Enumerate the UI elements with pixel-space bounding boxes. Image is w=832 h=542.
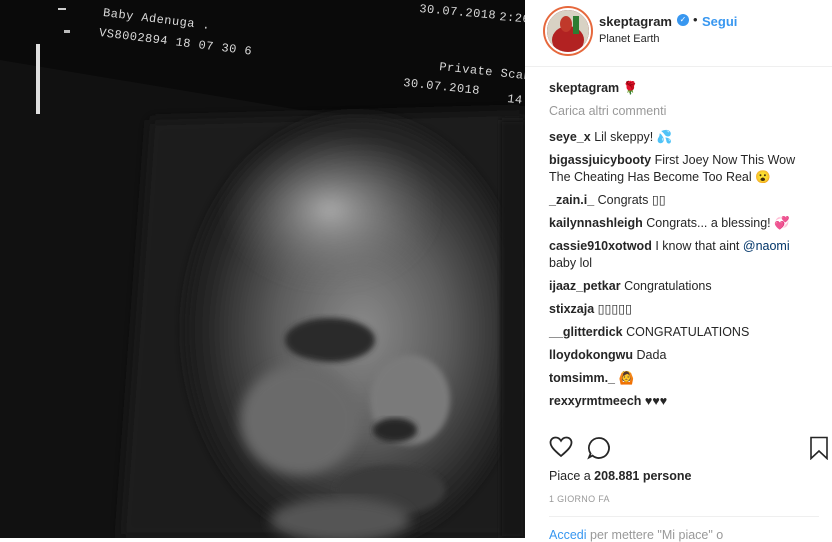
follow-button[interactable]: Segui <box>702 14 737 29</box>
comment-item: kailynnashleigh Congrats... a blessing! … <box>549 215 817 232</box>
verified-badge-icon: ✓ <box>677 14 689 26</box>
load-more-comments-button[interactable]: Carica altri commenti <box>549 103 817 120</box>
comment-text: I know that aint <box>655 239 743 253</box>
avatar-image <box>547 10 589 52</box>
post-actions <box>549 436 831 463</box>
comment-item: _zain.i_ Congrats ▯▯ <box>549 192 817 209</box>
caption-text: 🌹 <box>622 81 639 95</box>
comment-text: ♥♥♥ <box>644 394 668 408</box>
comment-item: stixzaja ▯▯▯▯▯ <box>549 301 817 318</box>
comment-username[interactable]: ijaaz_petkar <box>549 279 621 293</box>
login-prompt: Accedi per mettere "Mi piace" o <box>549 528 723 542</box>
comment-username[interactable]: rexxyrmtmeech <box>549 394 641 408</box>
likes-suffix: persone <box>639 469 692 483</box>
scan-number-label: 14 <box>506 92 524 108</box>
comment-username[interactable]: stixzaja <box>549 302 594 316</box>
likes-number: 208.881 <box>594 469 640 483</box>
comment-username[interactable]: __glitterdick <box>549 325 623 339</box>
comment-username[interactable]: kailynnashleigh <box>549 216 643 230</box>
comment-text: Congrats... a blessing! 💞 <box>646 216 790 230</box>
comment-text: 🙆 <box>618 371 635 385</box>
post-photo: Baby Adenuga . VS8002894 18 07 30 6 30.0… <box>0 0 525 538</box>
divider <box>549 516 819 517</box>
comment-item: cassie910xotwod I know that aint @naomi … <box>549 238 817 272</box>
comment-username[interactable]: bigassjuicybooty <box>549 153 651 167</box>
post-side-panel: skeptagram ✓ • Segui Planet Earth skepta… <box>525 0 832 542</box>
comment-text: ▯▯▯▯▯ <box>597 302 633 316</box>
comments-list: skeptagram 🌹 Carica altri commenti seye_… <box>549 80 817 416</box>
comment-item: tomsimm._ 🙆 <box>549 370 817 387</box>
post-username[interactable]: skeptagram <box>599 14 672 29</box>
scan-time-label: 2:26 <box>498 10 525 27</box>
like-heart-icon[interactable] <box>549 436 573 463</box>
comment-username[interactable]: cassie910xotwod <box>549 239 652 253</box>
comment-text: Lil skeppy! 💦 <box>594 130 673 144</box>
separator-dot: • <box>693 12 698 27</box>
comment-mention-link[interactable]: @naomi <box>743 239 790 253</box>
comment-item: seye_x Lil skeppy! 💦 <box>549 129 817 146</box>
comment-text-continued: baby lol <box>549 256 593 270</box>
avatar[interactable] <box>545 8 591 54</box>
comment-bubble-icon[interactable] <box>587 436 611 465</box>
comment-text: CONGRATULATIONS <box>626 325 750 339</box>
likes-count[interactable]: Piace a 208.881 persone <box>549 469 691 483</box>
bookmark-icon[interactable] <box>809 436 829 465</box>
comment-username[interactable]: _zain.i_ <box>549 193 594 207</box>
comment-item: ijaaz_petkar Congratulations <box>549 278 817 295</box>
comment-item: lloydokongwu Dada <box>549 347 817 364</box>
comment-username[interactable]: lloydokongwu <box>549 348 633 362</box>
post-header: skeptagram ✓ • Segui Planet Earth <box>525 0 832 67</box>
comment-text: Congrats ▯▯ <box>597 193 666 207</box>
likes-prefix: Piace a <box>549 469 595 483</box>
comment-item: bigassjuicybooty First Joey Now This Wow… <box>549 152 817 186</box>
login-link[interactable]: Accedi <box>549 528 587 542</box>
comment-username[interactable]: tomsimm._ <box>549 371 615 385</box>
comment-item: __glitterdick CONGRATULATIONS <box>549 324 817 341</box>
login-prompt-text: per mettere "Mi piace" o <box>586 528 724 542</box>
caption: skeptagram 🌹 <box>549 80 817 97</box>
comment-item: rexxyrmtmeech ♥♥♥ <box>549 393 817 410</box>
post-location[interactable]: Planet Earth <box>599 33 660 45</box>
comment-text: Dada <box>636 348 667 362</box>
caption-username[interactable]: skeptagram <box>549 81 619 95</box>
comment-username[interactable]: seye_x <box>549 130 591 144</box>
post-date[interactable]: 1 GIORNO FA <box>549 494 610 504</box>
comment-text: Congratulations <box>624 279 712 293</box>
